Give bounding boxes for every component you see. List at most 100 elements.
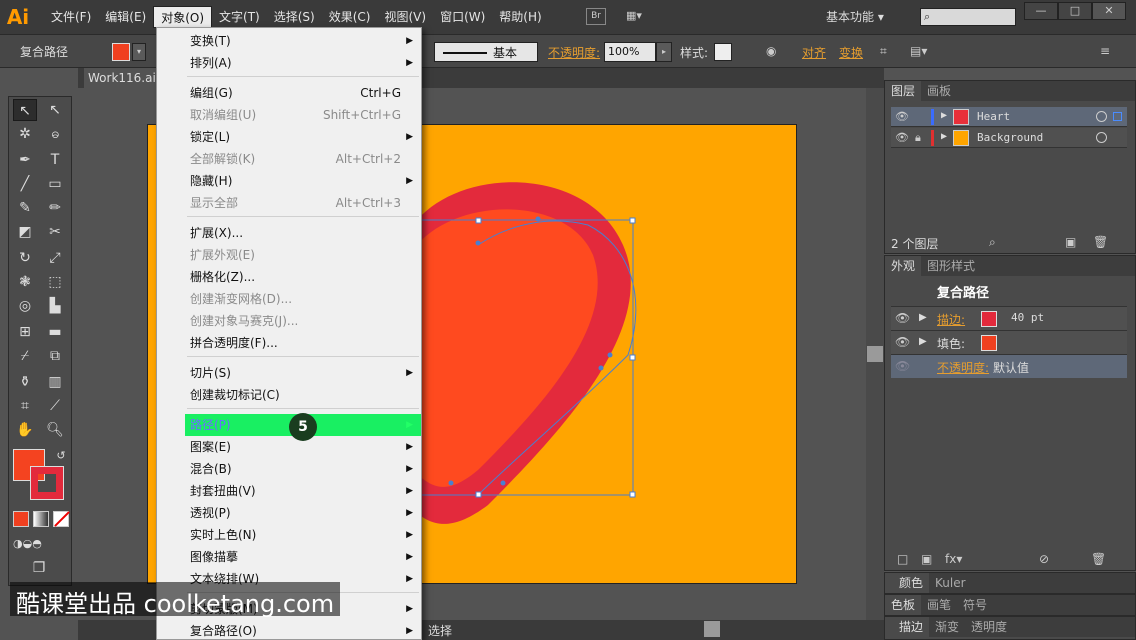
selection-tool-icon[interactable]: ↖: [13, 99, 37, 121]
stroke-color-box[interactable]: [30, 466, 64, 500]
visibility-eye-icon[interactable]: 👁︎: [895, 110, 909, 123]
add-effect-icon[interactable]: fx▾: [945, 552, 962, 566]
selection-indicator[interactable]: [1113, 112, 1122, 121]
anchor-point[interactable]: [475, 491, 482, 498]
search-input[interactable]: ⌕: [920, 8, 1016, 26]
blob-brush-tool-icon[interactable]: ◩: [13, 221, 37, 243]
tab-appearance[interactable]: 外观: [885, 256, 922, 276]
draw-mode-icon[interactable]: ◑◒◓: [13, 533, 42, 555]
locate-object-icon[interactable]: ⌕: [989, 235, 996, 250]
menu-file[interactable]: 文件(F): [44, 6, 98, 28]
pencil-tool-icon[interactable]: ✏: [43, 197, 67, 219]
menu-item-21[interactable]: 实时上色(N) ▶: [185, 524, 421, 546]
workspace-switcher[interactable]: 基本功能 ▾: [826, 8, 884, 25]
artboard-tool-icon[interactable]: ⌗: [13, 395, 37, 417]
expand-triangle-icon[interactable]: ▶: [941, 110, 947, 121]
color-mode-swatch[interactable]: [13, 511, 29, 527]
panel-menu-icon[interactable]: ≡: [1100, 44, 1110, 58]
tab-swatches[interactable]: 色板: [885, 595, 922, 615]
menu-item-10[interactable]: 栅格化(Z)...: [185, 266, 421, 288]
line-tool-icon[interactable]: ╱: [13, 173, 37, 195]
stroke-weight[interactable]: 40 pt: [1011, 311, 1044, 324]
rotate-tool-icon[interactable]: ↻: [13, 247, 37, 269]
stroke-profile-select[interactable]: 基本: [434, 42, 538, 62]
appearance-fill-row[interactable]: 👁︎ ▶ 填色:: [891, 330, 1127, 354]
anchor-point[interactable]: [629, 491, 636, 498]
path-point[interactable]: [535, 216, 541, 222]
free-transform-tool-icon[interactable]: ⬚: [43, 271, 67, 293]
type-tool-icon[interactable]: T: [43, 149, 67, 171]
clear-appearance-icon[interactable]: ⊘: [1039, 552, 1049, 566]
path-point[interactable]: [598, 365, 604, 371]
tab-gradient[interactable]: 渐变: [929, 617, 965, 637]
mesh-tool-icon[interactable]: ⊞: [13, 321, 37, 343]
gradient-tool-icon[interactable]: ▬: [43, 321, 67, 343]
symbol-sprayer-tool-icon[interactable]: ⚱: [13, 371, 37, 393]
tab-stroke[interactable]: 描边: [885, 617, 930, 637]
expand-triangle-icon[interactable]: ▶: [919, 312, 927, 323]
tab-layers[interactable]: 图层: [885, 81, 922, 101]
close-button[interactable]: ✕: [1092, 2, 1126, 20]
direct-selection-tool-icon[interactable]: ↖: [43, 99, 67, 121]
fill-dropdown[interactable]: ▾: [132, 43, 146, 61]
fill-swatch[interactable]: [112, 43, 130, 61]
menu-effect[interactable]: 效果(C): [322, 6, 378, 28]
vertical-scroll-thumb[interactable]: [867, 346, 883, 362]
menu-item-4[interactable]: 锁定(L) ▶: [185, 126, 421, 148]
visibility-eye-icon[interactable]: 👁︎: [895, 131, 909, 144]
shape-builder-tool-icon[interactable]: ◎: [13, 295, 37, 317]
menu-item-19[interactable]: 封套扭曲(V) ▶: [185, 480, 421, 502]
path-point[interactable]: [500, 480, 506, 486]
visibility-eye-icon[interactable]: 👁︎: [895, 359, 910, 373]
expand-triangle-icon[interactable]: ▶: [919, 336, 927, 347]
menu-item-14[interactable]: 切片(S) ▶: [185, 362, 421, 384]
menu-item-20[interactable]: 透视(P) ▶: [185, 502, 421, 524]
rectangle-tool-icon[interactable]: ▭: [43, 173, 67, 195]
path-point[interactable]: [475, 240, 481, 246]
trash-icon[interactable]: 🗑︎: [1091, 552, 1106, 566]
new-fill-icon[interactable]: ▣: [921, 552, 932, 566]
menu-help[interactable]: 帮助(H): [492, 6, 548, 28]
menu-view[interactable]: 视图(V): [377, 6, 433, 28]
horizontal-scroll-thumb[interactable]: [704, 621, 720, 637]
layer-row-heart[interactable]: 👁︎ ▶ Heart: [891, 107, 1127, 127]
blend-tool-icon[interactable]: ⧉: [43, 345, 67, 367]
arrange-icon[interactable]: ▤▾: [910, 44, 927, 58]
tab-kuler[interactable]: Kuler: [929, 573, 972, 593]
menu-item-15[interactable]: 创建裁切标记(C): [185, 384, 421, 406]
anchor-point[interactable]: [475, 217, 482, 224]
lasso-tool-icon[interactable]: ဓ: [43, 123, 67, 145]
trash-icon[interactable]: 🗑︎: [1093, 235, 1108, 249]
target-circle-icon[interactable]: [1096, 132, 1107, 143]
menu-object[interactable]: 对象(O): [153, 6, 213, 28]
menu-item-25[interactable]: 复合路径(O) ▶: [185, 620, 421, 640]
lock-icon[interactable]: 🔒︎: [915, 131, 921, 145]
tab-color[interactable]: 颜色: [885, 573, 930, 593]
slice-tool-icon[interactable]: ⟋: [43, 395, 67, 417]
tab-graphic-styles[interactable]: 图形样式: [921, 256, 981, 276]
menu-type[interactable]: 文字(T): [212, 6, 267, 28]
path-point[interactable]: [607, 352, 613, 358]
target-circle-icon[interactable]: [1096, 111, 1107, 122]
menu-select[interactable]: 选择(S): [267, 6, 322, 28]
new-layer-icon[interactable]: ▣: [1065, 235, 1076, 249]
tab-transparency[interactable]: 透明度: [965, 617, 1013, 637]
paintbrush-tool-icon[interactable]: ✎: [13, 197, 37, 219]
align-link[interactable]: 对齐: [802, 44, 826, 61]
arrange-documents-icon[interactable]: ▦▾: [626, 9, 654, 25]
menu-item-6[interactable]: 隐藏(H) ▶: [185, 170, 421, 192]
scissors-tool-icon[interactable]: ✂: [43, 221, 67, 243]
menu-edit[interactable]: 编辑(E): [98, 6, 153, 28]
menu-item-22[interactable]: 图像描摹 ▶: [185, 546, 421, 568]
opacity-input[interactable]: 100%: [604, 42, 656, 62]
graphic-style-swatch[interactable]: [714, 43, 732, 61]
menu-item-0[interactable]: 变换(T) ▶: [185, 30, 421, 52]
appearance-stroke-row[interactable]: 👁︎ ▶ 描边: 40 pt: [891, 306, 1127, 330]
bridge-button[interactable]: Br: [586, 8, 606, 25]
path-point[interactable]: [448, 480, 454, 486]
minimize-button[interactable]: —: [1024, 2, 1058, 20]
layer-row-background[interactable]: 👁︎ 🔒︎ ▶ Background: [891, 128, 1127, 148]
appearance-opacity-row[interactable]: 👁︎ 不透明度: 默认值: [891, 354, 1127, 378]
menu-item-13[interactable]: 拼合透明度(F)...: [185, 332, 421, 354]
screen-mode-icon[interactable]: ❐: [27, 557, 51, 579]
